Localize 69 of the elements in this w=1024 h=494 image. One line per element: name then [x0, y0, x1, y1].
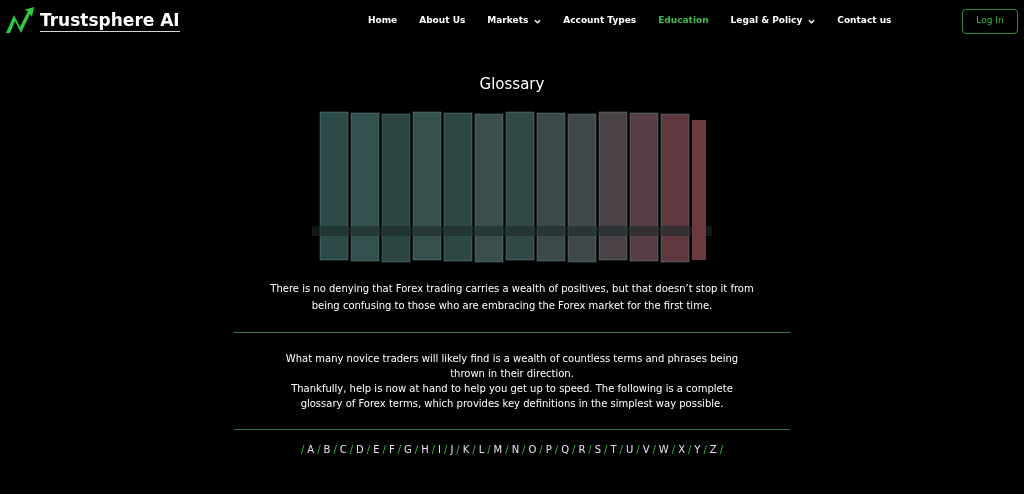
logo-text[interactable]: Trustsphere AI: [40, 9, 180, 33]
separator: /: [349, 442, 354, 457]
letter-link[interactable]: N: [511, 441, 520, 457]
letter-link[interactable]: Y: [694, 441, 701, 457]
letter-link[interactable]: B: [323, 441, 331, 457]
nav-link[interactable]: Markets: [487, 14, 542, 28]
separator: /: [333, 442, 337, 457]
letter-link[interactable]: Z: [709, 441, 717, 457]
letter-link[interactable]: E: [373, 441, 380, 457]
separator: /: [414, 442, 419, 457]
login-button[interactable]: Log In: [962, 8, 1018, 34]
letter-link[interactable]: X: [678, 441, 685, 457]
separator: /: [554, 442, 559, 457]
letter-link[interactable]: A: [307, 441, 315, 457]
letter-link[interactable]: J: [450, 441, 454, 457]
separator: /: [572, 442, 576, 457]
nav-link[interactable]: Education: [658, 14, 709, 28]
letter-link[interactable]: R: [578, 441, 586, 457]
caret-icon: [808, 18, 816, 24]
nav-link[interactable]: Legal & Policy: [730, 14, 816, 28]
letter-link[interactable]: I: [438, 441, 441, 457]
nav-link[interactable]: About Us: [419, 14, 466, 28]
letter-link[interactable]: U: [625, 441, 634, 457]
separator: /: [456, 442, 460, 457]
separator: /: [522, 442, 526, 457]
separator: /: [688, 442, 692, 457]
separator: /: [366, 442, 371, 457]
letter-link[interactable]: G: [404, 441, 412, 457]
letter-link[interactable]: P: [545, 441, 552, 457]
nav-link[interactable]: Home: [368, 14, 398, 28]
separator: /: [431, 442, 436, 457]
caret-icon: [534, 18, 542, 24]
logo-icon: [4, 7, 36, 35]
separator: /: [604, 442, 608, 457]
body-text: What many novice traders will likely find is a wealth of countless terms and phrases being thrown in their direction.: [284, 351, 740, 381]
separator: /: [652, 442, 656, 457]
letter-link[interactable]: H: [421, 441, 429, 457]
letter-link[interactable]: O: [528, 441, 537, 457]
letter-link[interactable]: T: [610, 441, 617, 457]
letter-link[interactable]: W: [658, 441, 669, 457]
separator: /: [300, 442, 305, 457]
letter-link[interactable]: Q: [561, 441, 569, 457]
separator: /: [671, 442, 676, 457]
letter-link[interactable]: M: [493, 441, 503, 457]
nav-link[interactable]: Account Types: [563, 14, 637, 28]
separator: /: [505, 442, 509, 457]
letter-link[interactable]: K: [462, 441, 470, 457]
separator: /: [719, 442, 724, 457]
separator: /: [397, 442, 402, 457]
separator: /: [487, 442, 491, 457]
separator: /: [619, 442, 623, 457]
nav-link[interactable]: Contact us: [837, 14, 892, 28]
separator: /: [317, 442, 321, 457]
separator: /: [703, 442, 707, 457]
separator: /: [472, 442, 476, 457]
separator: /: [588, 442, 592, 457]
letter-link[interactable]: V: [642, 441, 650, 457]
letter-link[interactable]: S: [594, 441, 602, 457]
separator: /: [382, 442, 386, 457]
separator: /: [444, 442, 448, 457]
letter-link[interactable]: F: [388, 441, 395, 457]
separator: /: [539, 442, 543, 457]
letter-link[interactable]: L: [478, 441, 485, 457]
body-text: Thankfully, help is now at hand to help you get up to speed. The following is a complete glossary of Forex terms, which provides key definitions in the simplest way possible.: [290, 381, 734, 411]
letter-link[interactable]: D: [356, 441, 364, 457]
intro-text: There is no denying that Forex trading carries a wealth of positives, but that doesn’t stop it from being confusing to those who are embracing the Forex market for the first time.: [269, 281, 755, 313]
letter-link[interactable]: C: [339, 441, 347, 457]
page-title: Glossary: [479, 74, 545, 95]
separator: /: [636, 442, 640, 457]
